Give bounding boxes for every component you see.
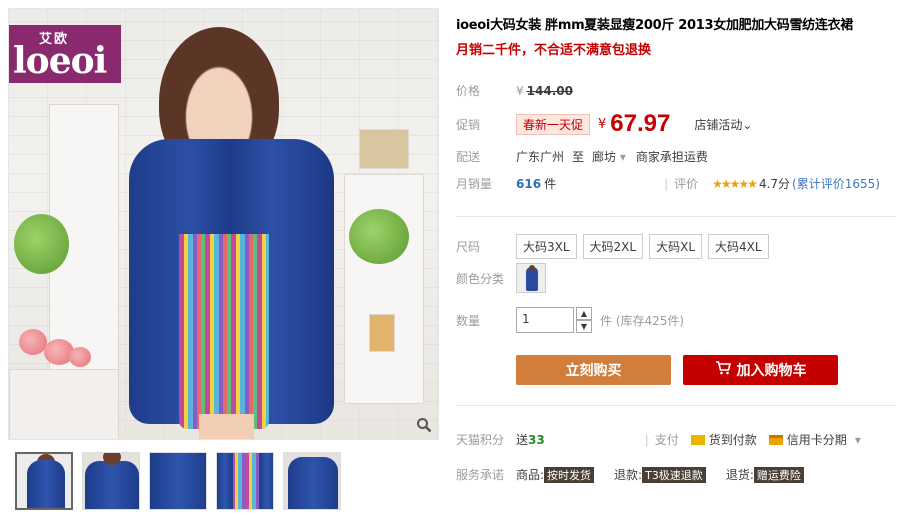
model-dress-stripes [179, 234, 269, 429]
sales-label: 月销量 [456, 177, 493, 191]
points-text: 送 [516, 433, 529, 447]
product-subtitle: 月销二千件，不合适不满意包退换 [456, 43, 652, 58]
cart-icon [715, 361, 731, 379]
shipping-label: 配送 [456, 150, 481, 164]
buy-now-label: 立刻购买 [565, 363, 622, 379]
shipping-row: 配送 广东广州 至 廊坊 ▾ 商家承担运费 [456, 148, 708, 165]
rating-label: 评价 [674, 177, 699, 191]
zoom-icon[interactable] [414, 415, 434, 435]
price-label: 价格 [456, 84, 481, 98]
shipping-fee: 商家承担运费 [635, 150, 708, 164]
quantity-row: 数量 1 ▲ ▼ 件 (库存425件) [456, 307, 684, 333]
thumbnail-2[interactable] [82, 452, 140, 510]
divider-2 [456, 405, 896, 406]
shipping-destination: 廊坊 [592, 150, 617, 164]
sales-separator: | [664, 176, 669, 191]
service-item1-prefix: 商品: [516, 468, 545, 482]
payment-separator: | [644, 432, 649, 447]
photo-plant-left [14, 214, 69, 274]
quantity-up-button[interactable]: ▲ [576, 307, 592, 320]
review-count-link[interactable]: (累计评价1655) [792, 175, 880, 192]
stock-info: 件 (库存425件) [600, 313, 685, 328]
chevron-down-icon: ⌄ [742, 117, 753, 132]
photo-frame [359, 129, 409, 169]
sales-unit: 件 [544, 177, 557, 191]
photo-plant-right [349, 209, 409, 264]
product-gallery: 艾欧 loeoi [8, 8, 439, 510]
service-label: 服务承诺 [456, 468, 505, 482]
caret-down-icon: ▾ [619, 150, 626, 164]
shipping-destination-select[interactable]: 廊坊 ▾ [592, 148, 626, 165]
service-item3-tag[interactable]: 赠运费险 [753, 466, 804, 483]
model-legs [199, 414, 254, 439]
size-option-xl[interactable]: 大码XL [649, 234, 703, 259]
quantity-input[interactable]: 1 [516, 307, 574, 333]
size-option-3xl[interactable]: 大码3XL [516, 234, 577, 259]
service-item1-tag[interactable]: 按时发货 [544, 466, 595, 483]
color-swatch-head [529, 265, 535, 271]
payment-caret-icon[interactable]: ▾ [855, 433, 861, 447]
store-activity-dropdown[interactable]: 店铺活动⌄ [694, 116, 752, 133]
promo-tag: 春新一天促 [516, 113, 591, 135]
cod-icon [690, 434, 705, 445]
points-value: 33 [528, 432, 545, 447]
color-row: 颜色分类 [456, 263, 546, 293]
rating-score: 4.7分 [758, 177, 791, 191]
promo-currency: ¥ [598, 116, 607, 132]
photo-table [9, 369, 119, 439]
size-option-4xl[interactable]: 大码4XL [708, 234, 769, 259]
size-label: 尺码 [456, 240, 481, 254]
size-row: 尺码 大码3XL 大码2XL 大码XL 大码4XL [456, 234, 775, 259]
points-label: 天猫积分 [456, 433, 505, 447]
service-row: 服务承诺 商品: 按时发货 退款: T3极速退款 退货: 赠运费险 [456, 466, 804, 483]
shipping-from: 广东广州 [516, 150, 565, 164]
service-item2-prefix: 退款: [614, 468, 643, 482]
size-option-2xl[interactable]: 大码2XL [582, 234, 644, 259]
divider-1 [456, 216, 896, 217]
thumbnail-1[interactable] [15, 452, 73, 510]
service-item3-prefix: 退货: [725, 468, 754, 482]
service-item2-tag[interactable]: T3极速退款 [642, 466, 706, 483]
color-label: 颜色分类 [456, 271, 505, 286]
add-to-cart-button[interactable]: 加入购物车 [683, 355, 838, 385]
color-swatch[interactable] [516, 263, 546, 293]
cod-option[interactable]: 货到付款 [709, 431, 757, 448]
buy-now-button[interactable]: 立刻购买 [516, 355, 671, 385]
credit-card-icon [768, 434, 783, 445]
thumbnail-5[interactable] [283, 452, 341, 510]
quantity-stepper: ▲ ▼ [576, 307, 592, 333]
brand-logo-en: loeoi [13, 40, 107, 82]
thumbnail-strip [15, 452, 341, 510]
quantity-down-button[interactable]: ▼ [576, 320, 592, 333]
add-to-cart-label: 加入购物车 [736, 363, 807, 379]
product-title: ioeoi大码女装 胖mm夏装显瘦200斤 2013女加肥加大码雪纺连衣裙 [456, 18, 853, 33]
original-price-row: 价格 ¥ 144.00 [456, 82, 573, 99]
brand-logo: 艾欧 loeoi [9, 25, 121, 83]
main-product-photo[interactable]: 艾欧 loeoi [8, 8, 439, 440]
thumbnail-4[interactable] [216, 452, 274, 510]
sales-row: 月销量 616 件 | 评价 ★★★★★ 4.7分 (累计评价1655) [456, 175, 880, 192]
credit-option[interactable]: 信用卡分期 [787, 431, 847, 448]
promo-price: 67.97 [610, 110, 671, 137]
photo-flower-1 [19, 329, 47, 355]
quantity-label: 数量 [456, 313, 481, 328]
photo-flower-3 [69, 347, 91, 367]
points-payment-row: 天猫积分 送 33 | 支付 货到付款 信用卡分期 ▾ [456, 431, 861, 448]
thumbnail-3[interactable] [149, 452, 207, 510]
photo-jar [369, 314, 395, 352]
store-activity-label: 店铺活动 [694, 117, 743, 132]
sales-count: 616 [516, 176, 542, 191]
shipping-to-word: 至 [572, 150, 585, 164]
price-currency: ¥ [516, 83, 524, 98]
payment-label: 支付 [654, 433, 679, 447]
product-details: ioeoi大码女装 胖mm夏装显瘦200斤 2013女加肥加大码雪纺连衣裙 月销… [456, 16, 896, 483]
rating-stars: ★★★★★ [712, 176, 758, 191]
original-price: 144.00 [526, 83, 573, 98]
promo-label: 促销 [456, 117, 481, 132]
promo-price-row: 促销 春新一天促 ¥ 67.97 店铺活动⌄ [456, 110, 752, 138]
